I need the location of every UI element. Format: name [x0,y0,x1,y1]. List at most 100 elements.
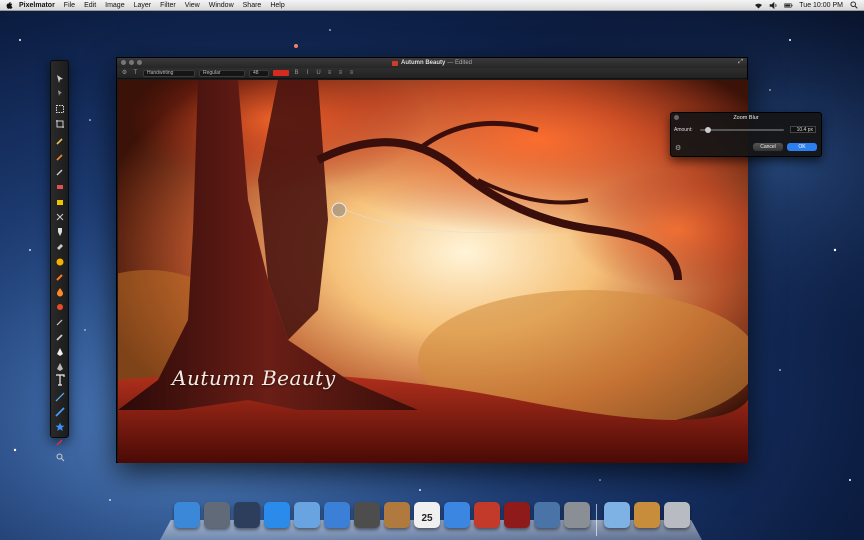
tool-options-bar: ⚙ T Handwriting Regular 48 B I U ≡ ≡ ≡ [117,68,747,79]
dodge-tool-icon[interactable] [55,314,65,326]
safari-icon[interactable] [324,502,350,528]
autumn-tree-photo [118,80,748,463]
mail-icon[interactable] [294,502,320,528]
font-size-value: 48 [253,70,259,76]
zoom-window-button[interactable] [137,60,142,65]
pen-tool-icon[interactable] [55,344,65,356]
smudge-tool-icon[interactable] [55,329,65,341]
burn-tool-icon[interactable] [55,299,65,310]
sharpen-tool-icon[interactable] [55,269,65,281]
system-preferences-icon[interactable] [564,502,590,528]
launchpad-icon[interactable] [204,502,230,528]
rectangular-marquee-icon[interactable] [55,101,65,113]
paint-bucket-icon[interactable] [55,194,65,205]
ical-icon[interactable]: 25 [414,502,440,528]
window-titlebar[interactable]: Autumn Beauty — Edited ⤢ [117,58,747,68]
color-picker-icon[interactable] [55,434,65,446]
hud-settings-icon[interactable]: ⚙ [675,144,681,152]
facetime-icon[interactable] [354,502,380,528]
font-size-field[interactable]: 48 [249,69,269,77]
menu-share[interactable]: Share [243,2,262,9]
menu-view[interactable]: View [185,2,200,9]
amount-slider-knob[interactable] [705,126,712,133]
app-name-menu[interactable]: Pixelmator [19,2,55,9]
window-controls [121,60,142,65]
settings-gear-icon[interactable]: ⚙ [121,70,128,76]
wifi-icon[interactable] [754,2,763,9]
window-title: Autumn Beauty [400,60,446,66]
apple-menu-icon[interactable] [5,1,13,9]
itunes-icon[interactable] [444,502,470,528]
photo-booth-icon[interactable] [504,502,530,528]
clone-stamp-icon[interactable] [55,224,65,236]
align-right-icon[interactable]: ≡ [348,70,355,76]
applications-folder-icon[interactable] [604,502,630,528]
spotlight-search-icon[interactable] [849,1,858,9]
tools-palette [50,60,69,462]
bold-icon[interactable]: B [293,70,300,76]
dock: 25 [160,500,702,540]
battery-icon[interactable] [784,2,793,9]
pixelmator-icon[interactable] [474,502,500,528]
iphoto-icon[interactable] [534,502,560,528]
menu-help[interactable]: Help [270,2,284,9]
brush-tool-icon[interactable] [55,164,65,176]
minimize-window-button[interactable] [129,60,134,65]
freeform-pen-icon[interactable] [55,359,65,371]
text-type-icon[interactable]: T [132,70,139,76]
move-tool-icon[interactable] [55,71,65,83]
eyedropper-icon[interactable] [55,133,65,145]
calendar-day-label: 25 [421,512,433,524]
amount-row: Amount: 10.4 px [674,126,818,133]
menu-file[interactable]: File [64,2,75,9]
gradient-tool-icon[interactable] [55,209,65,221]
menu-edit[interactable]: Edit [84,2,96,9]
type-tool-icon[interactable] [55,373,65,386]
document-proxy-icon[interactable] [391,60,398,66]
mission-control-icon[interactable] [234,502,260,528]
amount-slider[interactable] [700,126,784,133]
font-family-select[interactable]: Handwriting [143,69,195,77]
trash-icon[interactable] [664,502,690,528]
underline-icon[interactable]: U [315,70,322,76]
menu-layer[interactable]: Layer [134,2,152,9]
volume-icon[interactable] [769,1,778,9]
menubar-clock[interactable]: Tue 10:00 PM [799,2,843,9]
zoom-blur-center-handle[interactable] [331,202,347,218]
menu-window[interactable]: Window [209,2,234,9]
align-left-icon[interactable]: ≡ [326,70,333,76]
dock-divider [596,504,597,536]
image-canvas[interactable]: Autumn Beauty [118,80,748,463]
hand-zoom-icon[interactable] [55,449,65,462]
line-tool-icon[interactable] [55,389,65,402]
document-window: Autumn Beauty — Edited ⤢ ⚙ T Handwriting… [116,57,748,463]
hud-close-button[interactable] [674,115,679,120]
finder-icon[interactable] [174,502,200,528]
amount-value-field[interactable]: 10.4 px [790,126,816,133]
ok-button[interactable]: OK [787,143,817,151]
star-shape-icon[interactable] [55,419,65,431]
blur-tool-icon[interactable] [55,284,65,297]
text-color-swatch[interactable] [273,70,289,76]
fullscreen-toggle-icon[interactable]: ⤢ [738,59,743,66]
crop-tool-icon[interactable] [55,116,65,128]
canvas-text-layer[interactable]: Autumn Beauty [172,366,336,390]
font-style-select[interactable]: Regular [199,69,245,77]
app-store-icon[interactable] [264,502,290,528]
documents-stack-icon[interactable] [634,502,660,528]
amount-label: Amount: [674,126,693,133]
close-window-button[interactable] [121,60,126,65]
sponge-tool-icon[interactable] [55,239,65,250]
shape-tool-icon[interactable] [55,404,65,417]
cancel-button[interactable]: Cancel [753,143,783,151]
zoom-tool-icon[interactable] [55,85,65,96]
menu-bar: Pixelmator File Edit Image Layer Filter … [0,0,864,11]
eraser-tool-icon[interactable] [55,179,65,189]
red-eye-tool-icon[interactable] [55,254,65,266]
address-book-icon[interactable] [384,502,410,528]
menu-image[interactable]: Image [105,2,124,9]
pencil-tool-icon[interactable] [55,149,65,161]
menu-filter[interactable]: Filter [160,2,176,9]
italic-icon[interactable]: I [304,70,311,76]
align-center-icon[interactable]: ≡ [337,70,344,76]
